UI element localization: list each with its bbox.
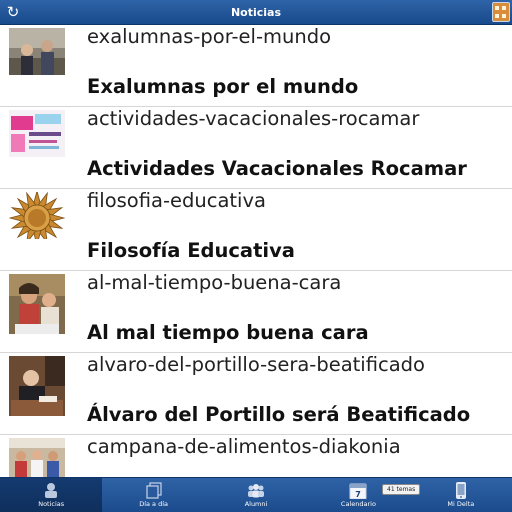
tab-noticias[interactable]: Noticias xyxy=(0,478,103,512)
tab-dia-a-dia[interactable]: Día a día xyxy=(102,478,204,512)
news-headline: Filosofía Educativa xyxy=(87,239,295,262)
calendar-day: 7 xyxy=(356,490,362,499)
apps-icon[interactable] xyxy=(492,2,510,22)
news-thumbnail xyxy=(9,110,65,157)
news-list: exalumnas-por-el-mundo Exalumnas por el … xyxy=(0,25,512,477)
tab-label: Día a día xyxy=(139,500,169,508)
news-slug: alvaro-del-portillo-sera-beatificado xyxy=(87,353,425,376)
news-thumbnail xyxy=(9,274,65,334)
tab-label: Alumni xyxy=(244,500,268,508)
news-item-actividades[interactable]: actividades-vacacionales-rocamar Activid… xyxy=(0,107,512,189)
news-headline: Al mal tiempo buena cara xyxy=(87,321,369,344)
tab-label: Mi Delta xyxy=(447,500,475,508)
news-thumbnail xyxy=(9,356,65,416)
news-item-campana[interactable]: campana-de-alimentos-diakonia xyxy=(0,435,512,477)
news-headline: Álvaro del Portillo será Beatificado xyxy=(87,403,471,426)
calendar-badge: 41 temas xyxy=(382,484,421,495)
tab-alumni[interactable]: Alumni xyxy=(205,478,307,512)
tab-label: Noticias xyxy=(38,500,65,508)
news-slug: al-mal-tiempo-buena-cara xyxy=(87,271,342,294)
tab-mi-delta[interactable]: Mi Delta xyxy=(410,478,512,512)
page-title: Noticias xyxy=(230,6,282,19)
news-thumbnail xyxy=(9,28,65,75)
news-item-filosofia[interactable]: filosofia-educativa Filosofía Educativa xyxy=(0,189,512,271)
bottom-navigation: Noticias Día a día Alumni 7 Calendario M… xyxy=(0,477,512,512)
news-slug: filosofia-educativa xyxy=(87,189,266,212)
news-item-exalumnas[interactable]: exalumnas-por-el-mundo Exalumnas por el … xyxy=(0,25,512,107)
news-item-alvaro[interactable]: alvaro-del-portillo-sera-beatificado Álv… xyxy=(0,353,512,435)
news-headline: Exalumnas por el mundo xyxy=(87,75,359,98)
tab-label: Calendario xyxy=(340,500,376,508)
news-item-al-mal-tiempo[interactable]: al-mal-tiempo-buena-cara Al mal tiempo b… xyxy=(0,271,512,353)
news-thumbnail xyxy=(9,438,65,477)
news-headline: Actividades Vacacionales Rocamar xyxy=(87,157,467,180)
sunflower-logo-icon xyxy=(9,192,65,239)
pages-icon xyxy=(145,482,163,499)
news-icon xyxy=(42,482,60,499)
news-slug: campana-de-alimentos-diakonia xyxy=(87,435,401,458)
calendar-icon: 7 xyxy=(349,482,367,500)
group-icon xyxy=(247,482,265,499)
news-slug: actividades-vacacionales-rocamar xyxy=(87,107,420,130)
news-slug: exalumnas-por-el-mundo xyxy=(87,25,332,48)
top-bar: ↻ Noticias xyxy=(0,0,512,25)
phone-icon xyxy=(452,482,470,499)
